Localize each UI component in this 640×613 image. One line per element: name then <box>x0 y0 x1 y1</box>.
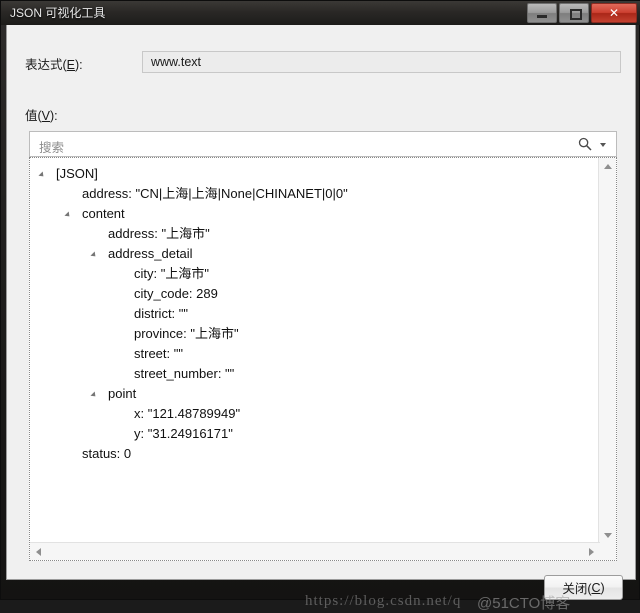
scroll-down-icon[interactable] <box>604 533 612 538</box>
tree-row-label: address_detail <box>108 246 193 261</box>
chevron-down-icon[interactable] <box>600 143 606 147</box>
maximize-icon <box>570 9 582 20</box>
tree-expander-icon[interactable] <box>90 391 98 399</box>
maximize-button[interactable] <box>559 3 589 23</box>
expression-field[interactable]: www.text <box>142 51 621 73</box>
json-tree-panel[interactable]: [JSON] address: "CN|上海|上海|None|CHINANET|0… <box>29 157 617 561</box>
tree-row[interactable]: province: "上海市" <box>30 324 600 344</box>
tree-row[interactable]: city: "上海市" <box>30 264 600 284</box>
tree-row-label: city_code: 289 <box>134 286 218 301</box>
expression-label-prefix: 表达式( <box>25 58 67 72</box>
tree-row-label: street: "" <box>134 346 183 361</box>
tree-row[interactable]: y: "31.24916171" <box>30 424 600 444</box>
window-title: JSON 可视化工具 <box>10 6 106 20</box>
watermark-url: https://blog.csdn.net/q <box>305 593 462 609</box>
vertical-scrollbar[interactable] <box>598 158 616 544</box>
tree-row[interactable]: content <box>30 204 600 224</box>
tree-row[interactable]: city_code: 289 <box>30 284 600 304</box>
tree-row-label: content <box>82 206 125 221</box>
scrollbar-corner <box>599 543 616 560</box>
value-label-mnemonic: V <box>41 109 51 123</box>
title-bar[interactable]: JSON 可视化工具 ✕ <box>1 1 640 25</box>
tree-row[interactable]: status: 0 <box>30 444 600 464</box>
tree-row-label: point <box>108 386 137 401</box>
value-label-suffix: ): <box>50 109 58 123</box>
close-button-mnemonic: C <box>591 580 601 595</box>
expression-label-suffix: ): <box>75 58 83 72</box>
tree-row-label: street_number: "" <box>134 366 235 381</box>
value-label-prefix: 值( <box>25 109 42 123</box>
expression-row: 表达式(E): www.text <box>25 51 621 73</box>
tree-row[interactable]: address: "上海市" <box>30 224 600 244</box>
tree-row-label: address: "CN|上海|上海|None|CHINANET|0|0" <box>82 186 348 201</box>
close-icon: ✕ <box>608 6 620 20</box>
tree-row-label: district: "" <box>134 306 189 321</box>
tree-row-label: province: "上海市" <box>134 326 239 341</box>
tree-row[interactable]: [JSON] <box>30 164 600 184</box>
tree-row[interactable]: address_detail <box>30 244 600 264</box>
horizontal-scrollbar[interactable] <box>30 542 600 560</box>
dialog-client-area: 表达式(E): www.text 值(V): 搜索 [JSON] address:… <box>6 25 636 612</box>
close-button-label-suffix: ) <box>600 580 605 595</box>
caption-button-group: ✕ <box>527 3 637 23</box>
scroll-left-icon[interactable] <box>36 548 41 556</box>
tree-row-label: status: 0 <box>82 446 132 461</box>
scroll-right-icon[interactable] <box>589 548 594 556</box>
minimize-icon <box>537 15 547 18</box>
tree-row-label: x: "121.48789949" <box>134 406 241 421</box>
minimize-button[interactable] <box>527 3 557 23</box>
application-window: JSON 可视化工具 ✕ 表达式(E): www.text 值(V): 搜索 [… <box>0 0 640 612</box>
close-button-label-prefix: 关闭( <box>562 582 592 596</box>
search-input[interactable]: 搜索 <box>39 137 64 156</box>
scroll-up-icon[interactable] <box>604 164 612 169</box>
tree-row-label: y: "31.24916171" <box>134 426 233 441</box>
tree-expander-icon[interactable] <box>90 251 98 259</box>
tree-expander-icon[interactable] <box>38 171 46 179</box>
search-icon[interactable] <box>578 137 592 151</box>
tree-row[interactable]: x: "121.48789949" <box>30 404 600 424</box>
expression-label: 表达式(E): <box>25 54 83 73</box>
tree-row-label: city: "上海市" <box>134 266 209 281</box>
tree-row-label: address: "上海市" <box>108 226 210 241</box>
search-box[interactable]: 搜索 <box>29 131 617 157</box>
tree-row[interactable]: address: "CN|上海|上海|None|CHINANET|0|0" <box>30 184 600 204</box>
tree-row[interactable]: street: "" <box>30 344 600 364</box>
tree-row[interactable]: district: "" <box>30 304 600 324</box>
tree-row[interactable]: street_number: "" <box>30 364 600 384</box>
tree-row[interactable]: point <box>30 384 600 404</box>
tree-row-label: [JSON] <box>56 166 98 181</box>
value-label: 值(V): <box>25 105 58 124</box>
expression-label-mnemonic: E <box>66 58 76 72</box>
tree-expander-icon[interactable] <box>64 211 72 219</box>
close-button[interactable]: 关闭(C) <box>544 575 623 600</box>
json-tree-content: [JSON] address: "CN|上海|上海|None|CHINANET|0… <box>30 158 600 544</box>
close-window-button[interactable]: ✕ <box>591 3 637 23</box>
